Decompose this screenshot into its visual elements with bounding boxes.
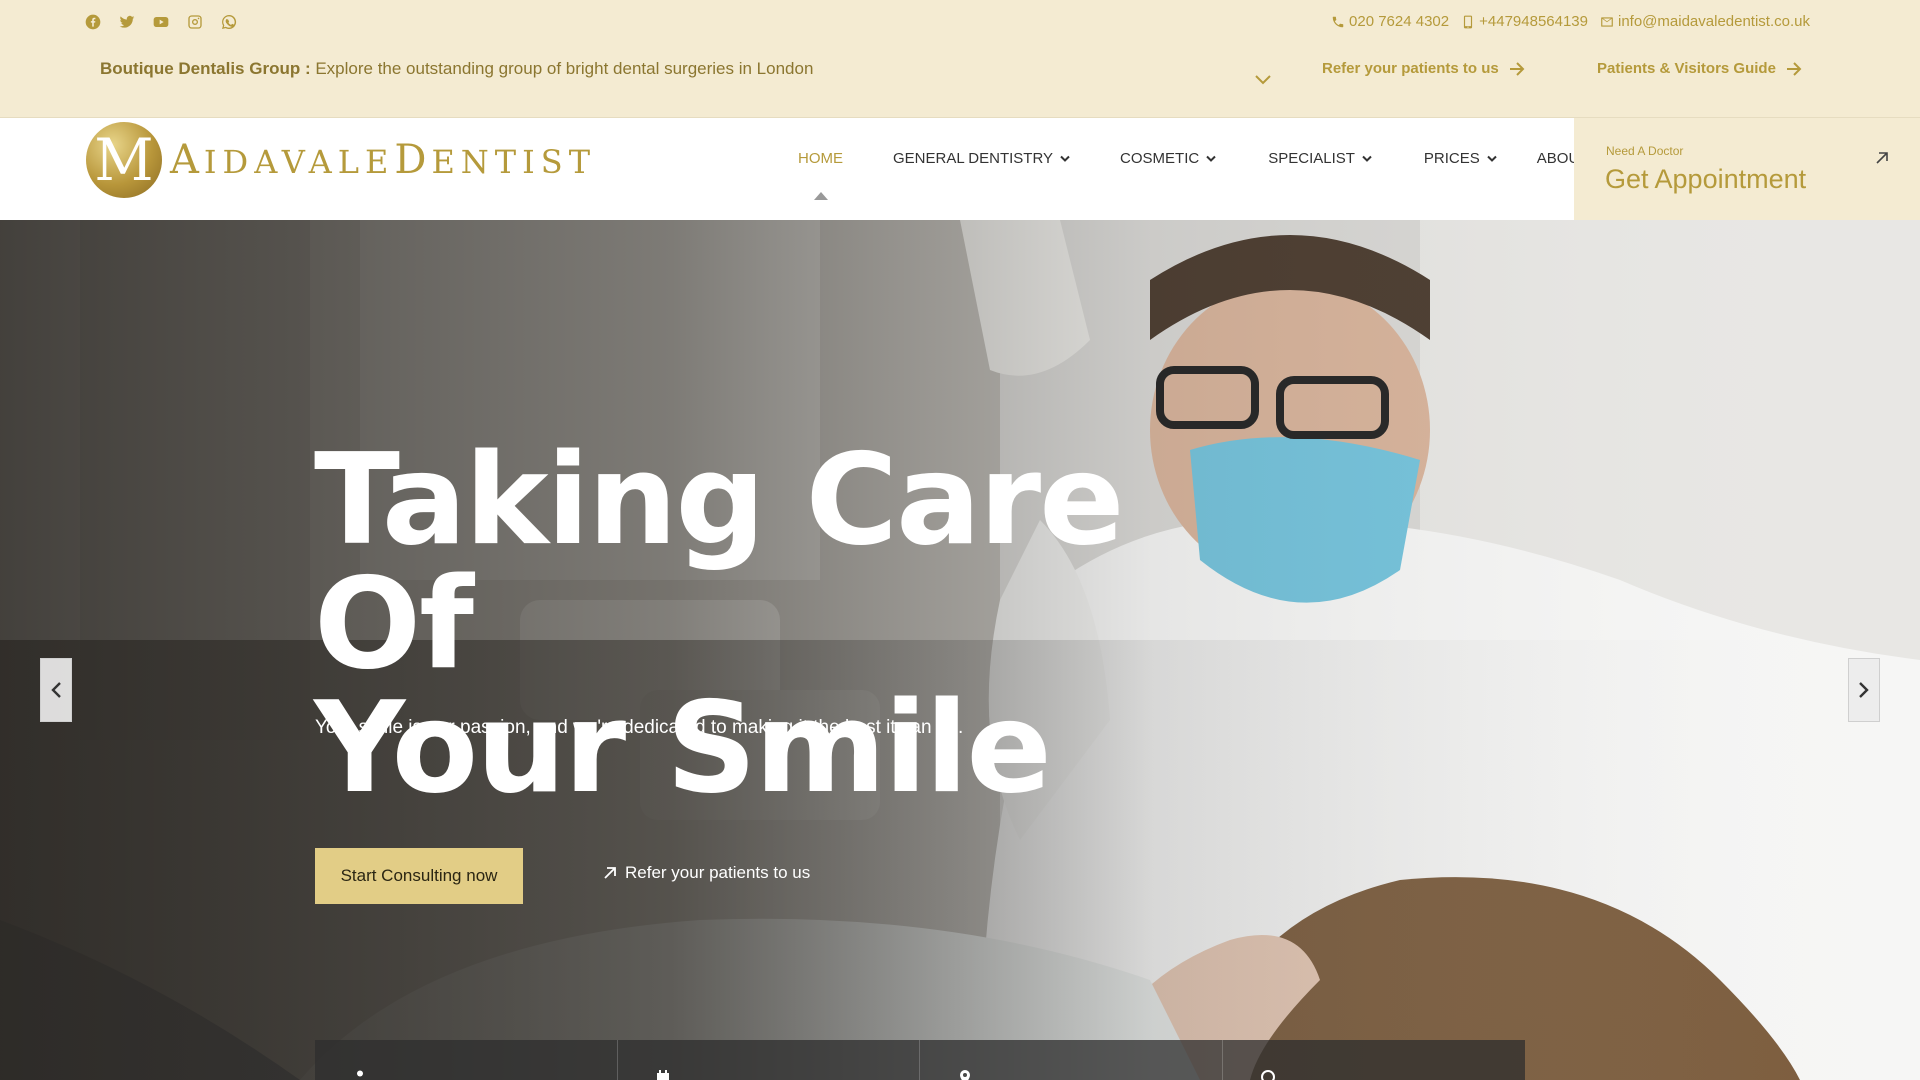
nav-home-label: HOME [798, 150, 843, 167]
hero-refer-label: Refer your patients to us [625, 863, 811, 882]
arrow-up-right-icon [604, 867, 616, 879]
phone-number: 020 7624 4302 [1349, 13, 1450, 30]
slider-next-button[interactable] [1848, 658, 1880, 722]
active-indicator [814, 192, 828, 200]
chevron-down-icon [1362, 155, 1372, 162]
mobile-icon [1464, 15, 1473, 28]
nav-prices-label: PRICES [1423, 150, 1480, 167]
logo-mark: M [86, 122, 162, 198]
group-text: Explore the outstanding group of bright … [310, 59, 814, 78]
site-logo[interactable]: M AIDAVALEDENTIST [86, 122, 596, 198]
chevron-right-icon [1859, 682, 1869, 698]
top-bar: 020 7624 4302 +447948564139 info@maidava… [0, 0, 1920, 118]
chevron-down-icon [1060, 155, 1070, 162]
mail-icon [1601, 16, 1613, 27]
user-icon [357, 1070, 363, 1077]
phone-icon [1332, 16, 1344, 27]
info-cell-calendar[interactable] [618, 1040, 921, 1080]
mobile-number: +447948564139 [1479, 13, 1588, 30]
nav-cosmetic[interactable]: COSMETIC [1120, 150, 1216, 167]
chevron-down-icon [1206, 155, 1216, 162]
hero-slider: Taking Care Of Your Smile Your smile is … [0, 220, 1920, 1080]
email-address: info@maidavaledentist.co.uk [1618, 13, 1810, 30]
mobile-link[interactable]: +447948564139 [1461, 13, 1588, 30]
hero-subtitle: Your smile is our passion, and we're ded… [315, 717, 964, 738]
chevron-left-icon [51, 682, 61, 698]
refer-patients-label: Refer your patients to us [1322, 60, 1499, 77]
arrow-right-icon [1509, 61, 1525, 76]
main-navbar: M AIDAVALEDENTIST HOME GENERAL DENTISTRY… [0, 118, 1920, 220]
appointment-kicker: Need A Doctor [1606, 144, 1684, 158]
visitors-guide-link[interactable]: Patients & Visitors Guide [1597, 60, 1802, 77]
whatsapp-icon[interactable] [220, 13, 238, 31]
location-icon [960, 1070, 971, 1080]
quick-info-bar [315, 1040, 1525, 1080]
get-appointment-button[interactable]: Need A Doctor Get Appointment [1574, 118, 1920, 220]
slider-prev-button[interactable] [40, 658, 72, 722]
nav-general-dentistry-label: GENERAL DENTISTRY [893, 150, 1054, 167]
group-label: Boutique Dentalis Group : [100, 59, 311, 78]
arrow-up-right-icon [1876, 152, 1888, 164]
hero-title: Taking Care Of Your Smile [314, 426, 1125, 821]
arrow-right-icon [1786, 61, 1802, 76]
visitors-guide-label: Patients & Visitors Guide [1597, 60, 1776, 77]
question-icon [1260, 1070, 1275, 1080]
info-cell-question[interactable] [1223, 1040, 1525, 1080]
group-announcement: Boutique Dentalis Group : Explore the ou… [100, 59, 813, 79]
start-consulting-button[interactable]: Start Consulting now [315, 848, 523, 904]
twitter-icon[interactable] [118, 13, 136, 31]
main-menu: HOME GENERAL DENTISTRY COSMETIC SPECIALI… [798, 150, 1606, 167]
nav-specialist[interactable]: SPECIALIST [1268, 150, 1372, 167]
chevron-down-icon[interactable] [1254, 72, 1272, 86]
facebook-icon[interactable] [84, 13, 102, 31]
hero-refer-link[interactable]: Refer your patients to us [603, 863, 810, 883]
calendar-icon [656, 1070, 669, 1080]
nav-cosmetic-label: COSMETIC [1120, 150, 1200, 167]
logo-wordmark: AIDAVALEDENTIST [170, 137, 597, 183]
chevron-down-icon [1487, 155, 1497, 162]
nav-specialist-label: SPECIALIST [1268, 150, 1355, 167]
nav-home[interactable]: HOME [798, 150, 843, 167]
info-cell-location[interactable] [920, 1040, 1223, 1080]
appointment-label: Get Appointment [1605, 164, 1807, 194]
contact-info: 020 7624 4302 +447948564139 info@maidava… [1331, 13, 1810, 30]
email-link[interactable]: info@maidavaledentist.co.uk [1600, 13, 1810, 30]
instagram-icon[interactable] [186, 13, 204, 31]
social-links [84, 13, 238, 31]
nav-prices[interactable]: PRICES [1424, 150, 1497, 167]
phone-link[interactable]: 020 7624 4302 [1331, 13, 1449, 30]
refer-patients-link[interactable]: Refer your patients to us [1322, 60, 1525, 77]
info-cell-user[interactable] [315, 1040, 618, 1080]
youtube-icon[interactable] [152, 13, 170, 31]
nav-general-dentistry[interactable]: GENERAL DENTISTRY [893, 150, 1070, 167]
